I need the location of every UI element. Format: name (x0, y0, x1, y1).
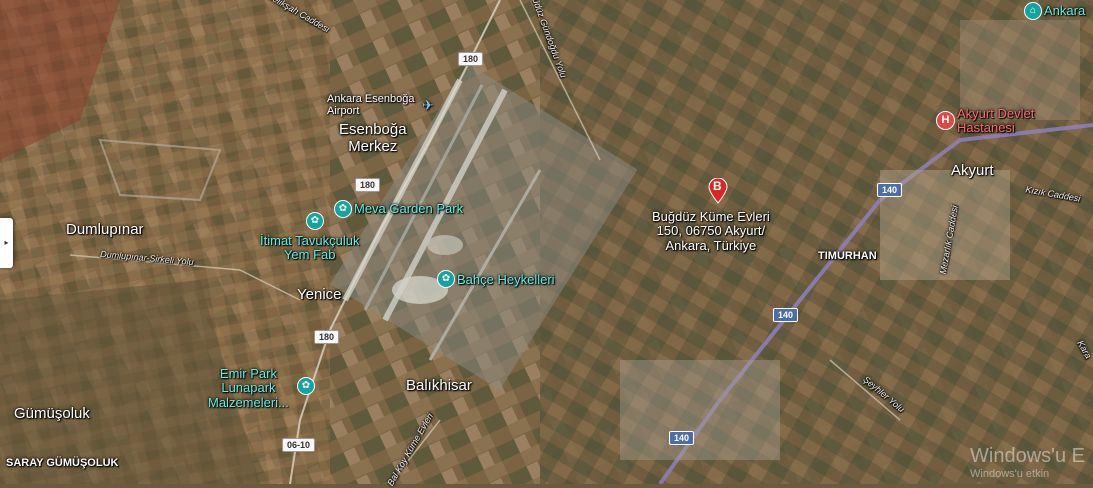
place-akyurt[interactable]: Akyurt (951, 162, 994, 180)
road-shield-140: 140 (877, 183, 903, 197)
road-shield-06-10: 06-10 (282, 438, 316, 452)
hospital-icon[interactable]: H (936, 111, 955, 130)
place-itimat[interactable]: İtimat Tavukçuluk Yem Fab (260, 233, 359, 263)
place-esenboga-airport[interactable]: Ankara Esenboğa Airport (327, 93, 414, 117)
park-icon[interactable]: ✿ (306, 212, 324, 230)
place-emir-park[interactable]: Emir Park Lunapark Malzemeleri... (208, 366, 289, 410)
park-icon[interactable]: ✿ (297, 377, 315, 395)
side-panel-toggle[interactable]: ▸ (0, 218, 13, 268)
road-shield-180: 180 (314, 330, 340, 344)
place-akyurt-hospital[interactable]: Akyurt Devlet Hastanesi (957, 106, 1034, 136)
place-bugduz-address[interactable]: Buğdüz Küme Evleri 150, 06750 Akyurt/ An… (652, 209, 770, 253)
airport-icon[interactable]: ✈ (422, 97, 434, 113)
place-dumlupinar[interactable]: Dumlupınar (66, 221, 144, 239)
place-meva-garden-park[interactable]: Meva Garden Park (354, 201, 463, 216)
windows-activation-watermark: Windows'u E Windows'u etkin (970, 445, 1085, 480)
road-shield-140: 140 (773, 308, 799, 322)
road-shield-180: 180 (355, 178, 381, 192)
place-gumusoluk[interactable]: Gümüşoluk (14, 405, 90, 423)
park-icon[interactable]: ✿ (437, 270, 455, 288)
road-shield-140: 140 (669, 431, 695, 445)
place-ankara[interactable]: Ankara (1044, 3, 1085, 18)
place-yenice[interactable]: Yenice (297, 286, 342, 304)
road-shield-180: 180 (458, 52, 484, 66)
museum-icon[interactable]: ⌂ (1024, 2, 1042, 20)
marker-b-label: B (713, 179, 722, 193)
satellite-map[interactable] (0, 0, 1093, 484)
place-saray-gumusoluk[interactable]: SARAY GÜMÜŞOLUK (6, 457, 118, 469)
place-timurhan[interactable]: TIMURHAN (818, 250, 877, 262)
place-balikhisar[interactable]: Balıkhisar (406, 377, 472, 395)
place-esenboga-merkez[interactable]: Esenboğa Merkez (339, 121, 407, 155)
park-icon[interactable]: ✿ (334, 200, 352, 218)
place-bahce-heykelleri[interactable]: Bahçe Heykelleri (457, 272, 555, 287)
